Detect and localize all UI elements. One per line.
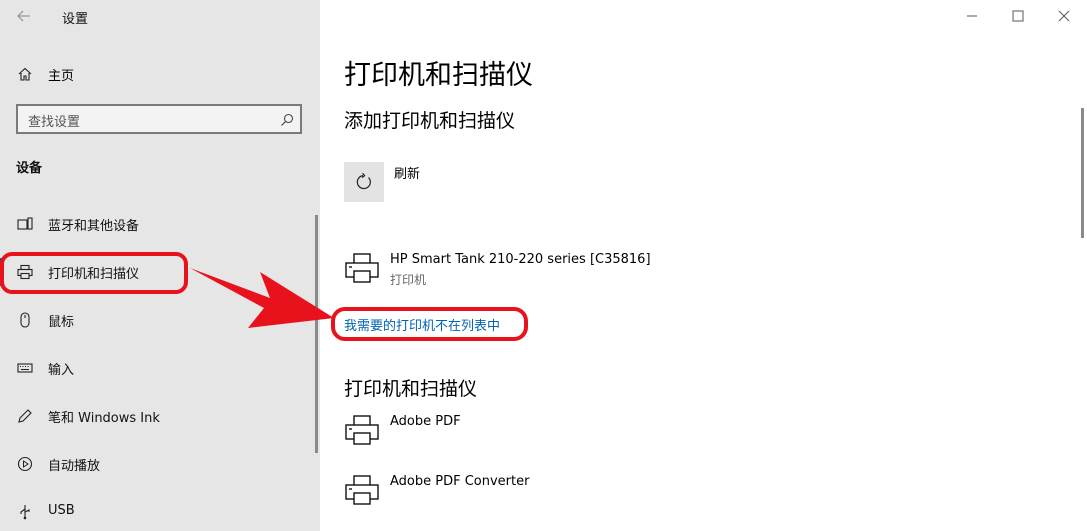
sidebar-item-label: 鼠标 <box>48 315 75 330</box>
minimize-button[interactable] <box>962 6 982 26</box>
search-icon <box>280 112 294 126</box>
sidebar-item-autoplay[interactable]: 自动播放 <box>0 449 320 479</box>
refresh-icon <box>356 172 371 190</box>
printer-name: Adobe PDF Converter <box>390 474 530 489</box>
add-section-title: 添加打印机和扫描仪 <box>344 110 516 132</box>
maximize-icon <box>1012 10 1024 22</box>
home-icon <box>17 66 33 82</box>
bluetooth-devices-icon <box>17 216 33 232</box>
close-button[interactable] <box>1054 6 1074 26</box>
sidebar-item-usb[interactable]: USB <box>0 497 320 527</box>
sidebar-section-title: 设备 <box>16 161 43 176</box>
maximize-button[interactable] <box>1008 6 1028 26</box>
sidebar-item-label: USB <box>48 503 75 518</box>
title-bar: 设置 <box>0 0 320 34</box>
printer-list-item[interactable]: Adobe PDF Converter <box>344 472 944 516</box>
printer-list-item[interactable]: Adobe PDF <box>344 412 944 456</box>
refresh-label: 刷新 <box>394 167 421 182</box>
sidebar-item-typing[interactable]: 输入 <box>0 353 320 383</box>
sidebar-item-label: 输入 <box>48 363 75 378</box>
minimize-icon <box>967 15 977 17</box>
sidebar-scrollbar[interactable] <box>315 215 318 453</box>
printers-section-title: 打印机和扫描仪 <box>344 378 478 400</box>
settings-window: 设置 主页 查找设置 设备 蓝牙和其他设备 打印机和扫描仪 鼠标 输入 笔和 W… <box>0 0 1087 531</box>
printer-name: Adobe PDF <box>390 414 461 429</box>
back-button[interactable] <box>14 6 34 26</box>
sidebar-item-bluetooth[interactable]: 蓝牙和其他设备 <box>0 209 320 239</box>
sidebar-item-label: 蓝牙和其他设备 <box>48 219 140 234</box>
pen-icon <box>17 408 33 424</box>
main-scrollbar[interactable] <box>1081 108 1084 238</box>
printer-icon <box>344 412 380 448</box>
printer-icon <box>344 250 380 286</box>
sidebar-item-label: 主页 <box>48 69 75 84</box>
sidebar-item-label: 自动播放 <box>48 459 101 474</box>
page-title: 打印机和扫描仪 <box>344 60 533 91</box>
main-content: 打印机和扫描仪 添加打印机和扫描仪 刷新 HP Smart Tank 210-2… <box>320 0 1087 531</box>
discovered-printer-item[interactable]: HP Smart Tank 210-220 series [C35816] 打印… <box>344 250 944 294</box>
mouse-icon <box>17 312 33 328</box>
search-placeholder: 查找设置 <box>28 115 81 130</box>
highlight-printers-nav <box>0 252 188 294</box>
sidebar-item-pen[interactable]: 笔和 Windows Ink <box>0 401 320 431</box>
autoplay-icon <box>17 456 33 472</box>
annotation-arrow-icon <box>190 268 334 328</box>
printer-icon <box>344 472 380 508</box>
device-name: HP Smart Tank 210-220 series [C35816] <box>390 252 651 267</box>
usb-icon <box>17 504 33 520</box>
keyboard-icon <box>17 360 33 376</box>
refresh-button[interactable] <box>344 162 384 202</box>
highlight-missing-link <box>331 307 528 341</box>
back-arrow-icon <box>17 10 30 22</box>
close-icon <box>1058 10 1070 22</box>
search-input[interactable]: 查找设置 <box>16 104 302 134</box>
app-title: 设置 <box>62 12 89 27</box>
sidebar-item-label: 笔和 Windows Ink <box>48 411 160 426</box>
device-type: 打印机 <box>390 273 427 287</box>
sidebar-item-home[interactable]: 主页 <box>0 60 320 88</box>
